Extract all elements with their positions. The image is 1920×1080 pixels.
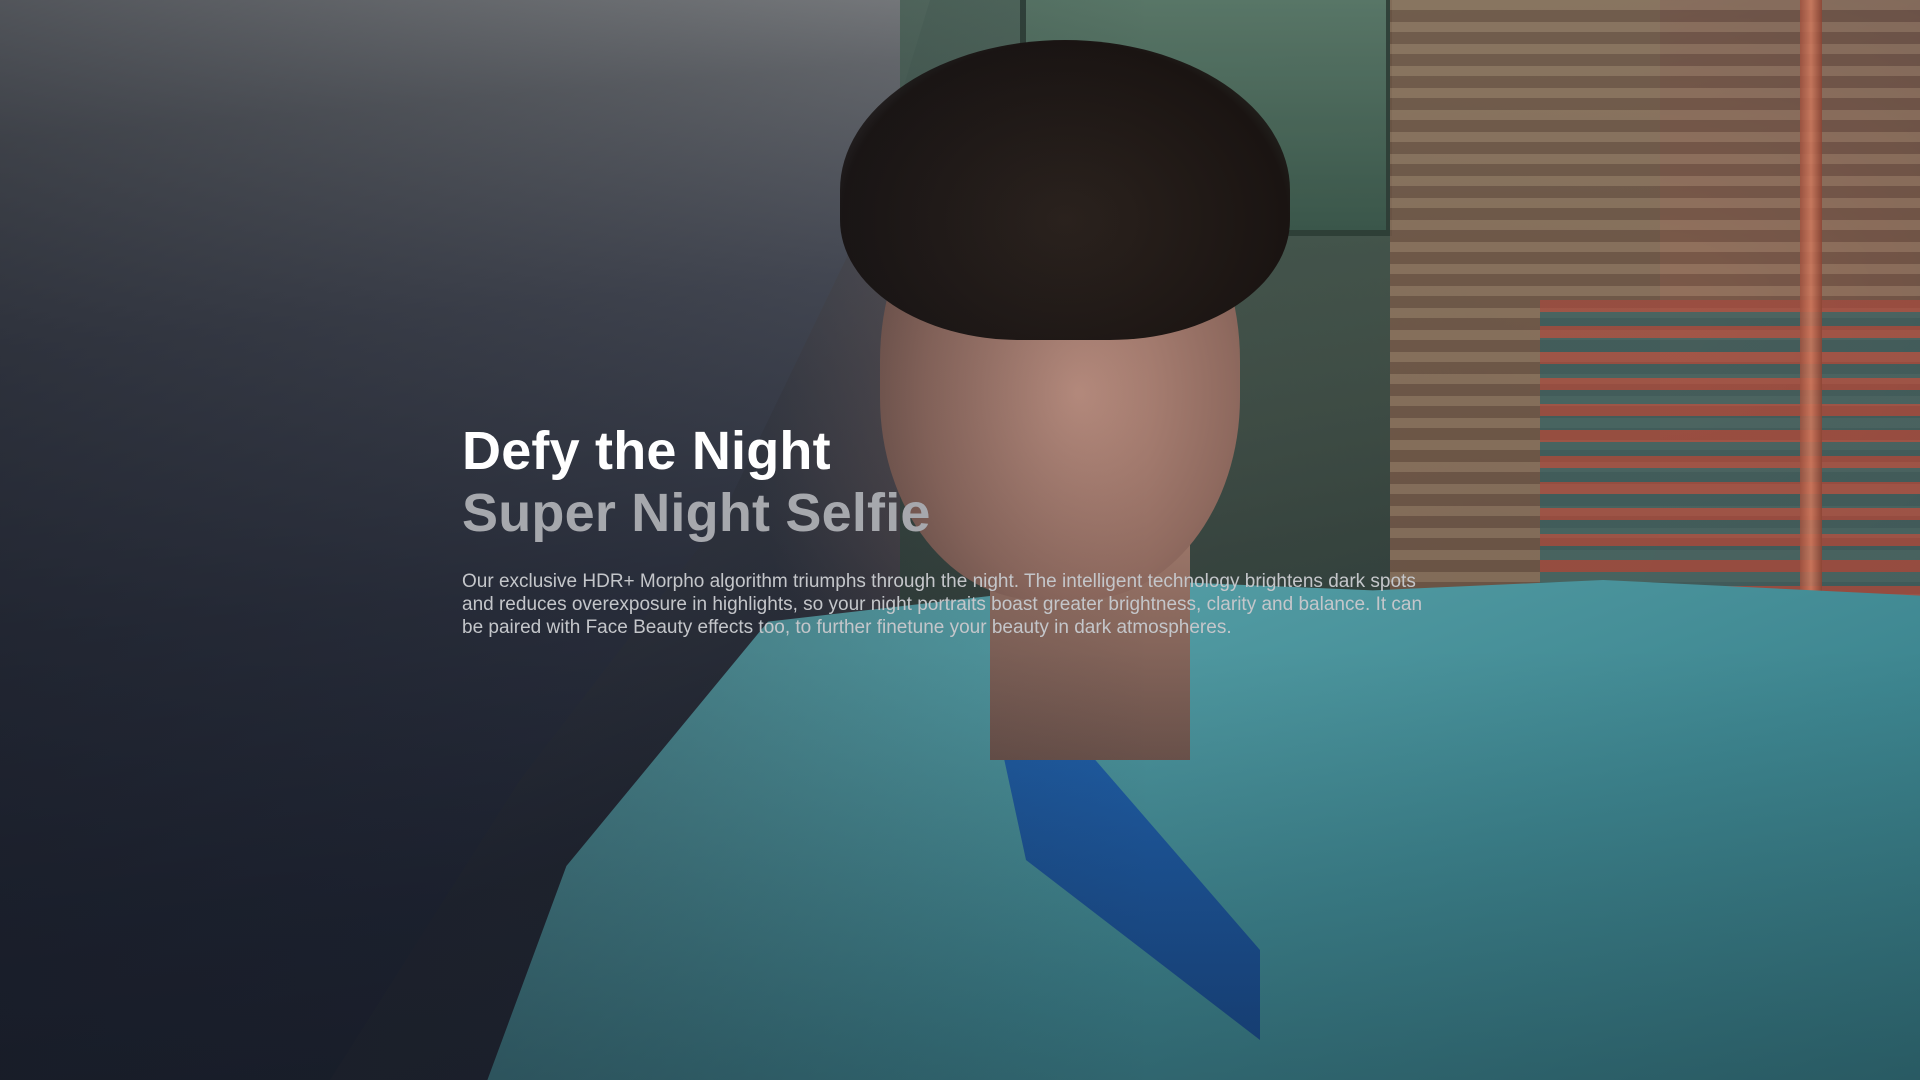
hero-description: Our exclusive HDR+ Morpho algorithm triu…: [462, 571, 1423, 638]
hero-title: Defy the Night: [462, 421, 831, 481]
hero-section: Defy the Night Super Night Selfie Our ex…: [0, 0, 1920, 1080]
hero-subtitle: Super Night Selfie: [462, 483, 931, 543]
hero-text-block: Defy the Night Super Night Selfie Our ex…: [462, 420, 1442, 639]
